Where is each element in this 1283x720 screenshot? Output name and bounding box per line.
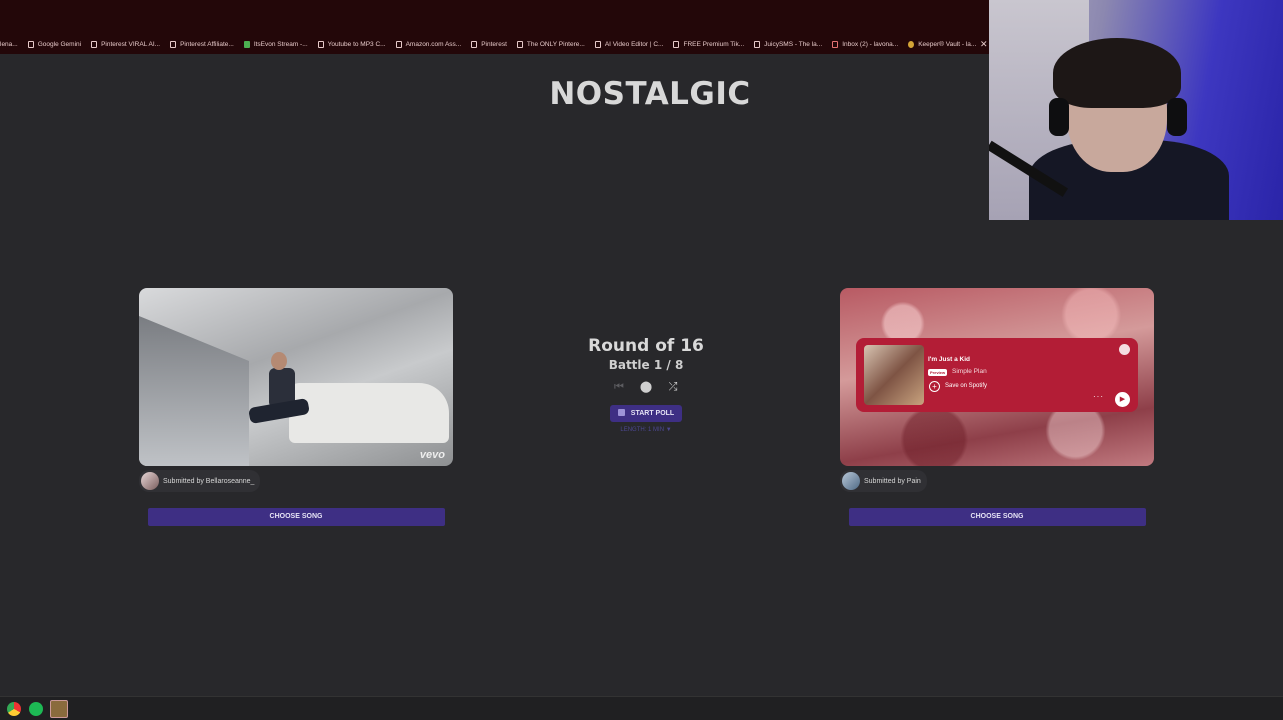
spotify-icon[interactable] — [29, 702, 43, 716]
page-icon — [170, 40, 177, 48]
start-poll-label: START POLL — [630, 410, 675, 417]
bookmark-item[interactable]: Pinterest VIRAL AI... — [91, 40, 161, 48]
left-song-card: vevo Submitted by Bellaroseanne_ CHOOSE … — [139, 288, 453, 526]
page-title: NOSTALGIC — [549, 76, 751, 112]
battle-counter: Battle 1 / 8 — [608, 358, 684, 372]
bookmark-item[interactable]: Pinterest — [471, 40, 507, 48]
bookmark-item[interactable]: JuicySMS - The la... — [754, 40, 823, 48]
bookmark-item[interactable]: Pinterest Affiliate... — [170, 40, 234, 48]
bookmark-label: Pinterest Affiliate... — [180, 40, 234, 48]
spotify-logo-icon[interactable] — [1119, 344, 1130, 355]
page-icon — [673, 40, 680, 48]
bookmark-label: Pinterest VIRAL AI... — [101, 40, 161, 48]
bookmark-item[interactable]: AI Video Editor | C... — [594, 40, 664, 48]
bookmarks-list: lena... Google Gemini Pinterest VIRAL AI..… — [0, 37, 989, 51]
previous-icon[interactable]: ⏮ — [613, 381, 626, 394]
page-icon — [91, 40, 98, 48]
video-scene-person — [248, 352, 319, 458]
submitted-by-badge: Submitted by Pain — [840, 470, 927, 492]
bookmark-item[interactable]: Amazon.com Ass... — [395, 40, 462, 48]
choose-song-button-left[interactable]: CHOOSE SONG — [147, 508, 445, 526]
bookmark-item[interactable]: ItsEvon Stream -... — [243, 40, 308, 48]
bookmark-label: Amazon.com Ass... — [405, 40, 462, 48]
avatar — [842, 472, 860, 490]
avatar — [141, 472, 159, 490]
taskbar — [0, 696, 1283, 720]
app-icon[interactable] — [50, 700, 68, 718]
bookmark-item[interactable]: Inbox (2) - lavona... — [832, 40, 899, 48]
page-icon — [471, 40, 478, 48]
bookmark-label: Pinterest — [481, 40, 507, 48]
keeper-icon — [908, 40, 915, 48]
video-scene-wall — [139, 316, 249, 466]
battle-info: Round of 16 Battle 1 / 8 ⏮ ⬤ ⤮ START POL… — [546, 336, 746, 433]
song-title: I'm Just a Kid — [928, 356, 970, 363]
preview-badge: Preview — [928, 369, 948, 376]
bookmark-label: The ONLY Pintere... — [526, 40, 585, 48]
bookmark-item[interactable]: Youtube to MP3 C... — [317, 40, 386, 48]
poll-icon — [617, 409, 625, 416]
youtube-video-embed[interactable]: vevo — [139, 288, 453, 466]
choose-song-button-right[interactable]: CHOOSE SONG — [848, 508, 1146, 526]
bookmark-label: Inbox (2) - lavona... — [842, 40, 899, 48]
start-poll-button[interactable]: START POLL — [609, 405, 683, 422]
bookmark-label: Google Gemini — [37, 40, 82, 48]
shuffle-icon[interactable]: ⤮ — [667, 381, 680, 394]
bookmark-label: FREE Premium Tik... — [683, 40, 745, 48]
play-icon[interactable]: ▶ — [1115, 392, 1130, 407]
bookmark-label: AI Video Editor | C... — [604, 40, 664, 48]
artist-name[interactable]: Simple Plan — [952, 368, 987, 375]
page-icon — [395, 40, 402, 48]
bookmark-item[interactable]: lena... — [0, 41, 18, 48]
headphones-left — [1049, 98, 1069, 136]
page-icon — [27, 40, 34, 48]
spotify-player[interactable]: I'm Just a Kid Preview Simple Plan + Sav… — [856, 338, 1138, 412]
bookmark-label: JuicySMS - The la... — [764, 40, 823, 48]
bookmark-item[interactable]: Keeper® Vault - la... — [908, 40, 977, 48]
headphones-right — [1167, 98, 1187, 136]
bookmark-item[interactable]: Google Gemini — [27, 40, 82, 48]
bookmark-item[interactable]: The ONLY Pintere... — [516, 40, 585, 48]
plus-circle-icon[interactable]: + — [929, 381, 940, 392]
bookmark-label: ItsEvon Stream -... — [253, 40, 308, 48]
gmail-icon — [832, 40, 839, 48]
spotify-embed-container: I'm Just a Kid Preview Simple Plan + Sav… — [840, 288, 1154, 466]
kick-icon — [243, 40, 250, 48]
save-on-spotify[interactable]: Save on Spotify — [945, 383, 987, 389]
page-icon — [594, 40, 601, 48]
round-label: Round of 16 — [588, 336, 704, 356]
webcam-person-hair — [1053, 38, 1181, 108]
page-icon — [754, 40, 761, 48]
chrome-icon[interactable] — [7, 702, 21, 716]
stream-frame: lena... Google Gemini Pinterest VIRAL AI..… — [0, 0, 1283, 720]
bookmark-item[interactable]: FREE Premium Tik... — [673, 40, 745, 48]
bookmark-label: Youtube to MP3 C... — [327, 40, 386, 48]
poll-length-select[interactable]: LENGTH: 1 MIN ▼ — [546, 427, 746, 433]
submitted-by-badge: Submitted by Bellaroseanne_ — [139, 470, 261, 492]
submitted-by-text: Submitted by Bellaroseanne_ — [163, 477, 255, 485]
album-art — [864, 345, 924, 405]
close-icon[interactable]: ✕ — [980, 39, 988, 50]
bookmark-label: lena... — [0, 40, 18, 48]
submitted-by-text: Submitted by Pain — [864, 477, 921, 485]
battle-controls: ⏮ ⬤ ⤮ — [546, 381, 746, 394]
browser-bookmarks-bar: lena... Google Gemini Pinterest VIRAL AI..… — [0, 0, 989, 54]
webcam-overlay — [989, 0, 1283, 220]
vevo-logo: vevo — [419, 449, 445, 461]
more-options-icon[interactable]: ··· — [1093, 392, 1104, 401]
bookmark-label: Keeper® Vault - la... — [918, 40, 977, 48]
page-icon — [516, 40, 523, 48]
page-icon — [317, 40, 324, 48]
right-song-card: I'm Just a Kid Preview Simple Plan + Sav… — [840, 288, 1154, 526]
vote-icon[interactable]: ⬤ — [640, 381, 653, 394]
